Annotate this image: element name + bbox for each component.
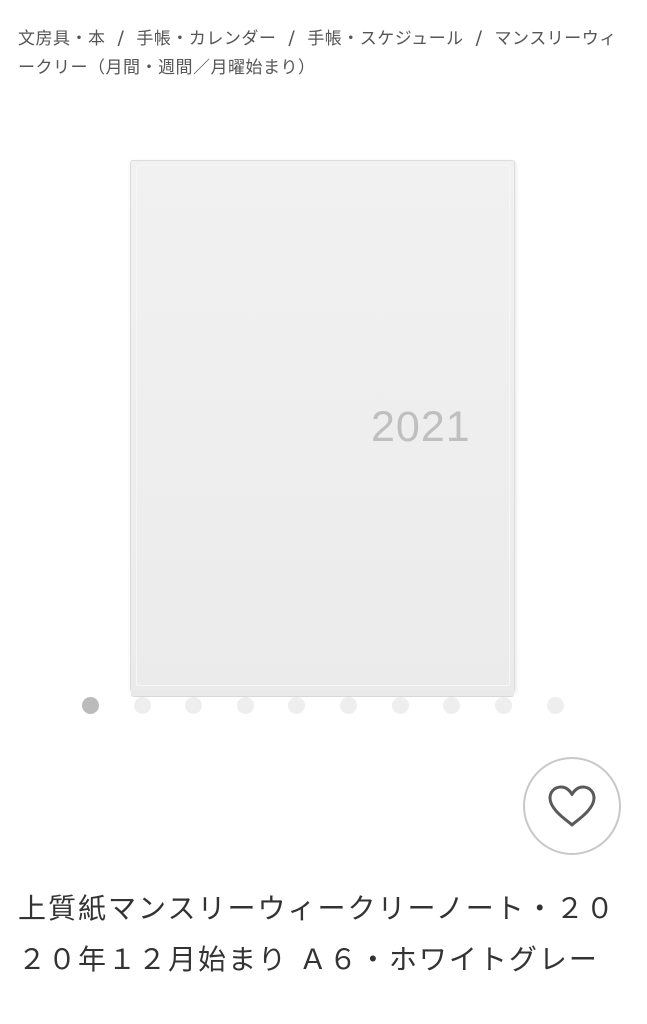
carousel-dot-4[interactable] [237,697,254,714]
carousel-dot-2[interactable] [134,697,151,714]
product-image[interactable]: 2021 [130,160,517,698]
breadcrumb-separator: / [288,27,296,49]
heart-icon [548,785,596,827]
breadcrumb-item-planners-schedule[interactable]: 手帳・スケジュール [307,29,463,49]
breadcrumb-separator: / [117,27,125,49]
carousel-dot-7[interactable] [392,697,409,714]
product-title: 上質紙マンスリーウィークリーノート・２０２０年１２月始まり Ａ６・ホワイトグレー [18,892,616,976]
breadcrumb-separator: / [475,27,483,49]
carousel-dot-8[interactable] [443,697,460,714]
breadcrumb: 文房具・本 / 手帳・カレンダー / 手帳・スケジュール / マンスリーウィークリー（月間・… [18,24,630,83]
carousel-dot-6[interactable] [340,697,357,714]
breadcrumb-item-stationery[interactable]: 文房具・本 [18,29,106,49]
breadcrumb-item-planners-calendars[interactable]: 手帳・カレンダー [136,29,276,49]
carousel-dot-5[interactable] [288,697,305,714]
carousel-dot-10[interactable] [547,697,564,714]
cover-year-text: 2021 [371,403,471,451]
favorite-button[interactable] [523,757,621,855]
carousel-dot-1[interactable] [82,697,99,714]
carousel-dot-3[interactable] [185,697,202,714]
carousel-dot-9[interactable] [495,697,512,714]
notebook-cover: 2021 [130,160,515,697]
